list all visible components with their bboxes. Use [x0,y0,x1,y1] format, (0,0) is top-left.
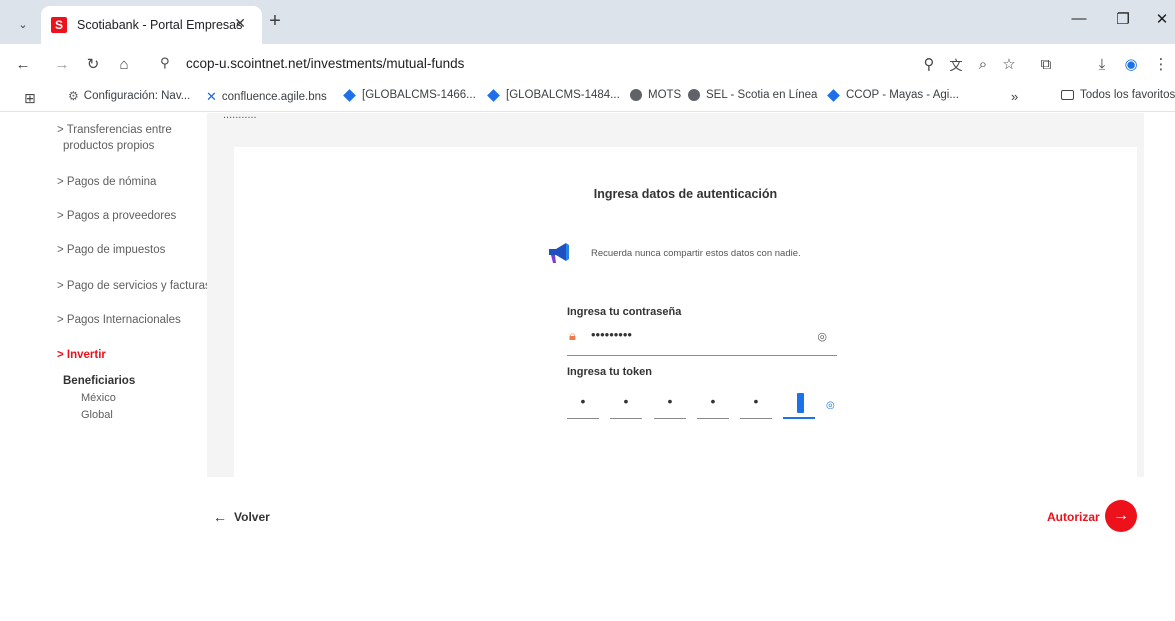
back-label: Volver [234,510,270,524]
token-digit-1[interactable]: • [567,390,599,419]
gear-icon: ⚙ [68,89,79,103]
arrow-right-icon: → [1113,507,1129,524]
bookmark-label: SEL - Scotia en Línea [706,89,818,101]
extensions-icon[interactable]: ⧉ [1035,53,1057,75]
sidebar-item-pagos-internacionales[interactable]: > Pagos Internacionales [57,312,181,328]
password-label: Ingresa tu contraseña [567,306,682,318]
restore-icon[interactable]: ❐ [1113,10,1133,28]
zoom-icon[interactable]: ⌕ [972,53,994,75]
translate-icon[interactable]: 文 [945,53,967,75]
all-bookmarks-button[interactable]: Todos los favoritos [1061,89,1175,101]
bookmark-label: MOTS [648,89,682,101]
bookmark-label: CCOP - Mayas - Agi... [846,89,959,101]
bookmark-item[interactable]: MOTS [630,89,681,101]
sidebar-item-pagos-nomina[interactable]: > Pagos de nómina [57,174,156,190]
forward-arrow-icon[interactable]: → [51,53,73,75]
auth-title: Ingresa datos de autenticación [593,187,778,201]
tab-title: Scotiabank - Portal Empresas [77,18,243,32]
bookmark-label: [GLOBALCMS-1466... [362,89,476,101]
bookmark-label: [GLOBALCMS-1484... [506,89,620,101]
megaphone-icon [549,243,569,263]
download-icon[interactable]: ⤓ [1091,53,1113,75]
main-panel: ........... Ingresa datos de autenticaci… [207,109,1144,477]
sidebar-section-beneficiarios[interactable]: Beneficiarios [63,375,135,387]
partial-heading: ........... [223,109,257,121]
sidebar-subitem-mexico[interactable]: México [81,392,116,404]
authorize-label[interactable]: Autorizar [1047,510,1100,524]
folder-icon [1061,90,1074,100]
sidebar-item-pago-servicios[interactable]: > Pago de servicios y facturas [57,278,211,294]
page-content: > Transferencias entre productos propios… [0,109,1175,621]
home-icon[interactable]: ⌂ [113,53,135,75]
apps-grid-icon[interactable]: ⊞ [24,90,36,107]
show-password-eye-icon[interactable]: ◎ [817,330,827,343]
bookmark-label: Configuración: Nav... [83,90,191,102]
bookmark-item[interactable]: ✕ confluence.agile.bns [206,89,327,105]
address-url: ccop-u.scointnet.net/investments/mutual-… [186,56,465,71]
all-bookmarks-label: Todos los favoritos [1080,89,1175,101]
sidebar-item-transferencias[interactable]: > Transferencias entre productos propios [57,122,172,154]
security-reminder: Recuerda nunca compartir estos datos con… [591,248,801,259]
location-pin-icon[interactable]: ⚲ [918,53,940,75]
token-digit-3[interactable]: • [654,390,686,419]
token-digit-5[interactable]: • [740,390,772,419]
more-bookmarks-button[interactable]: » [1011,89,1018,104]
bookmark-star-icon[interactable]: ☆ [998,53,1020,75]
show-token-eye-icon[interactable]: ◎ [826,400,835,411]
panel-header-strip: ........... [207,109,1144,147]
browser-tab-strip: ⌄ S Scotiabank - Portal Empresas ✕ + — ❐… [0,0,1175,44]
sidebar-item-label: productos propios [63,140,155,152]
password-field[interactable]: 🔒︎ ••••••••• ◎ [567,327,837,356]
sidebar-subitem-global[interactable]: Global [81,409,113,421]
new-tab-button[interactable]: + [263,10,287,33]
bookmark-item[interactable]: SEL - Scotia en Línea [688,89,817,101]
browser-toolbar: ← → ↻ ⌂ ⚲ ccop-u.scointnet.net/investmen… [0,44,1175,84]
back-button[interactable]: ← Volver [213,509,270,525]
sidebar-item-invertir[interactable]: > Invertir [57,347,106,363]
globe-icon [688,89,700,101]
tab-search-chevron-icon[interactable]: ⌄ [11,12,35,36]
minimize-icon[interactable]: — [1069,10,1089,27]
authorize-button[interactable]: → [1105,500,1137,532]
back-arrow-icon[interactable]: ← [12,53,34,75]
site-info-icon[interactable]: ⚲ [160,55,170,71]
sidebar-item-label: > Transferencias entre [57,124,172,136]
arrow-left-icon: ← [213,509,227,525]
bookmark-item[interactable]: CCOP - Mayas - Agi... [827,88,959,102]
jira-icon [487,88,500,102]
browser-tab[interactable]: S Scotiabank - Portal Empresas ✕ [41,6,262,44]
token-label: Ingresa tu token [567,366,652,378]
confluence-icon: ✕ [206,89,217,104]
password-value: ••••••••• [591,327,632,342]
browser-menu-icon[interactable]: ⋮ [1150,53,1172,75]
bookmarks-bar: ⊞ ⚙ Configuración: Nav... ✕ confluence.a… [0,84,1175,112]
window-close-icon[interactable]: ✕ [1152,10,1172,28]
token-digit-4[interactable]: • [697,390,729,419]
sidebar-item-pago-impuestos[interactable]: > Pago de impuestos [57,242,165,258]
jira-icon [827,88,840,102]
address-bar[interactable]: ⚲ ccop-u.scointnet.net/investments/mutua… [150,50,1000,78]
text-cursor [797,393,804,413]
tab-close-icon[interactable]: ✕ [234,15,246,32]
scotiabank-favicon-icon: S [51,17,67,33]
bookmark-item[interactable]: [GLOBALCMS-1484... [487,88,620,102]
profile-avatar-icon[interactable]: ◉ [1120,53,1142,75]
token-digit-6[interactable] [783,390,815,419]
bookmark-item[interactable]: [GLOBALCMS-1466... [343,88,476,102]
bookmark-item[interactable]: ⚙ Configuración: Nav... [68,89,190,103]
bookmark-label: confluence.agile.bns [221,91,327,103]
reload-icon[interactable]: ↻ [82,53,104,75]
token-digit-2[interactable]: • [610,390,642,419]
jira-icon [343,88,356,102]
lock-icon: 🔒︎ [569,328,576,343]
auth-card: Ingresa datos de autenticación Recuerda … [234,147,1137,477]
globe-icon [630,89,642,101]
sidebar-item-pagos-proveedores[interactable]: > Pagos a proveedores [57,208,176,224]
